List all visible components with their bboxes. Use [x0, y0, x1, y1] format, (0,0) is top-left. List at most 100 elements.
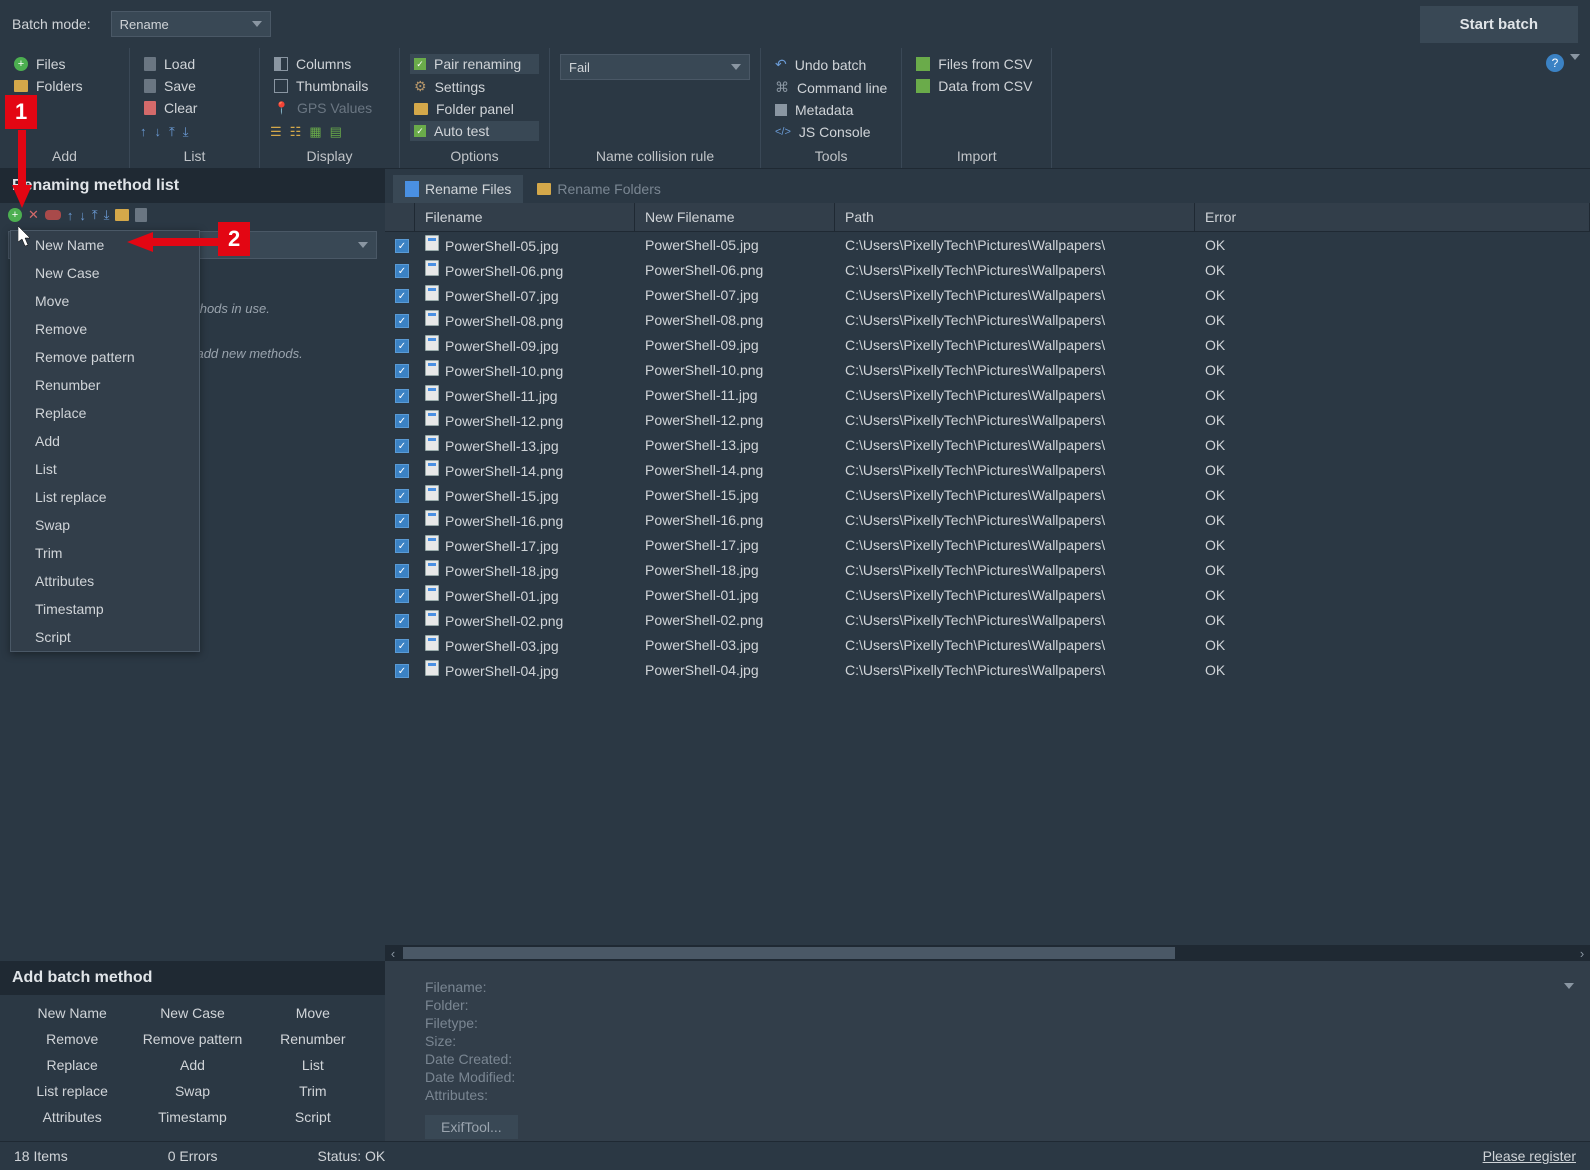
list-clear-button[interactable]: Clear	[140, 98, 249, 118]
add-batch-item[interactable]: List replace	[12, 1079, 132, 1103]
tools-meta-button[interactable]: Metadata	[771, 100, 891, 120]
add-batch-item[interactable]: New Case	[132, 1001, 252, 1025]
row-checkbox[interactable]: ✓	[395, 664, 409, 678]
table-row[interactable]: ✓ PowerShell-17.jpg PowerShell-17.jpg C:…	[385, 532, 1590, 557]
options-pair-button[interactable]: ✓Pair renaming	[410, 54, 539, 74]
method-folder-button[interactable]	[115, 209, 129, 221]
table-row[interactable]: ✓ PowerShell-13.jpg PowerShell-13.jpg C:…	[385, 432, 1590, 457]
help-dropdown-icon[interactable]	[1570, 54, 1580, 60]
context-menu-item[interactable]: Move	[11, 287, 199, 315]
add-batch-item[interactable]: Timestamp	[132, 1105, 252, 1129]
start-batch-button[interactable]: Start batch	[1420, 6, 1578, 43]
context-menu-item[interactable]: New Case	[11, 259, 199, 287]
add-files-button[interactable]: +Files	[10, 54, 119, 74]
row-checkbox[interactable]: ✓	[395, 639, 409, 653]
add-method-button[interactable]: +	[8, 208, 22, 222]
add-batch-item[interactable]: Swap	[132, 1079, 252, 1103]
clear-methods-button[interactable]	[45, 210, 61, 220]
th-filename[interactable]: Filename	[415, 203, 635, 231]
table-row[interactable]: ✓ PowerShell-14.png PowerShell-14.png C:…	[385, 457, 1590, 482]
row-checkbox[interactable]: ✓	[395, 339, 409, 353]
add-folders-button[interactable]: Folders	[10, 76, 119, 96]
display-gps-button[interactable]: 📍GPS Values	[270, 98, 389, 118]
add-batch-item[interactable]: Add	[132, 1053, 252, 1077]
table-row[interactable]: ✓ PowerShell-01.jpg PowerShell-01.jpg C:…	[385, 582, 1590, 607]
row-checkbox[interactable]: ✓	[395, 514, 409, 528]
tools-js-button[interactable]: </>JS Console	[771, 122, 891, 142]
exiftool-button[interactable]: ExifTool...	[425, 1115, 518, 1139]
display-thumbnails-button[interactable]: Thumbnails	[270, 76, 389, 96]
table-row[interactable]: ✓ PowerShell-06.png PowerShell-06.png C:…	[385, 257, 1590, 282]
th-newfile[interactable]: New Filename	[635, 203, 835, 231]
list-load-button[interactable]: Load	[140, 54, 249, 74]
context-menu-item[interactable]: Replace	[11, 399, 199, 427]
add-batch-item[interactable]: Remove pattern	[132, 1027, 252, 1051]
help-icon[interactable]: ?	[1546, 54, 1564, 72]
view-tiles-icon[interactable]: ▤	[330, 124, 342, 140]
row-checkbox[interactable]: ✓	[395, 389, 409, 403]
table-row[interactable]: ✓ PowerShell-03.jpg PowerShell-03.jpg C:…	[385, 632, 1590, 657]
context-menu-item[interactable]: Script	[11, 623, 199, 651]
row-checkbox[interactable]: ✓	[395, 414, 409, 428]
row-checkbox[interactable]: ✓	[395, 539, 409, 553]
list-save-button[interactable]: Save	[140, 76, 249, 96]
scroll-right-icon[interactable]: ›	[1574, 945, 1590, 961]
table-row[interactable]: ✓ PowerShell-11.jpg PowerShell-11.jpg C:…	[385, 382, 1590, 407]
horizontal-scrollbar[interactable]: ‹ ›	[385, 945, 1590, 961]
th-path[interactable]: Path	[835, 203, 1195, 231]
context-menu-item[interactable]: List	[11, 455, 199, 483]
scroll-thumb[interactable]	[403, 947, 1175, 959]
add-batch-item[interactable]: List	[253, 1053, 373, 1077]
context-menu-item[interactable]: Remove pattern	[11, 343, 199, 371]
context-menu-item[interactable]: Add	[11, 427, 199, 455]
context-menu-item[interactable]: Timestamp	[11, 595, 199, 623]
import-files-csv-button[interactable]: Files from CSV	[912, 54, 1041, 74]
arrow-top-icon[interactable]: ⤒	[169, 124, 175, 140]
tools-cmd-button[interactable]: ⌘Command line	[771, 77, 891, 98]
options-autotest-button[interactable]: ✓Auto test	[410, 121, 539, 141]
add-batch-item[interactable]: Remove	[12, 1027, 132, 1051]
row-checkbox[interactable]: ✓	[395, 264, 409, 278]
row-checkbox[interactable]: ✓	[395, 239, 409, 253]
import-data-csv-button[interactable]: Data from CSV	[912, 76, 1041, 96]
row-checkbox[interactable]: ✓	[395, 364, 409, 378]
view-grid-icon[interactable]: ▦	[309, 124, 321, 140]
arrow-bottom-icon[interactable]: ⤓	[183, 124, 189, 140]
context-menu-item[interactable]: Swap	[11, 511, 199, 539]
add-batch-item[interactable]: Move	[253, 1001, 373, 1025]
context-menu-item[interactable]: Attributes	[11, 567, 199, 595]
row-checkbox[interactable]: ✓	[395, 489, 409, 503]
add-batch-item[interactable]: Script	[253, 1105, 373, 1129]
tab-rename-files[interactable]: Rename Files	[393, 175, 523, 203]
row-checkbox[interactable]: ✓	[395, 614, 409, 628]
add-batch-item[interactable]: Attributes	[12, 1105, 132, 1129]
table-row[interactable]: ✓ PowerShell-12.png PowerShell-12.png C:…	[385, 407, 1590, 432]
add-batch-item[interactable]: Replace	[12, 1053, 132, 1077]
table-row[interactable]: ✓ PowerShell-18.jpg PowerShell-18.jpg C:…	[385, 557, 1590, 582]
context-menu-item[interactable]: Trim	[11, 539, 199, 567]
row-checkbox[interactable]: ✓	[395, 589, 409, 603]
context-menu-item[interactable]: Renumber	[11, 371, 199, 399]
table-row[interactable]: ✓ PowerShell-04.jpg PowerShell-04.jpg C:…	[385, 657, 1590, 682]
row-checkbox[interactable]: ✓	[395, 464, 409, 478]
options-folderpanel-button[interactable]: Folder panel	[410, 99, 539, 119]
collision-rule-select[interactable]: Fail	[560, 54, 750, 80]
th-error[interactable]: Error	[1195, 203, 1590, 231]
options-settings-button[interactable]: ⚙Settings	[410, 76, 539, 97]
view-details-icon[interactable]: ☷	[290, 124, 302, 140]
batch-mode-select[interactable]: Rename	[111, 11, 271, 37]
row-checkbox[interactable]: ✓	[395, 439, 409, 453]
table-row[interactable]: ✓ PowerShell-05.jpg PowerShell-05.jpg C:…	[385, 232, 1590, 257]
arrow-down-icon[interactable]: ↓	[155, 124, 162, 140]
table-row[interactable]: ✓ PowerShell-08.png PowerShell-08.png C:…	[385, 307, 1590, 332]
add-batch-item[interactable]: Renumber	[253, 1027, 373, 1051]
method-bottom-button[interactable]: ⤓	[104, 207, 110, 223]
method-top-button[interactable]: ⤒	[92, 207, 98, 223]
view-list-icon[interactable]: ☰	[270, 124, 282, 140]
method-save-button[interactable]	[135, 208, 147, 222]
tab-rename-folders[interactable]: Rename Folders	[525, 175, 673, 203]
row-checkbox[interactable]: ✓	[395, 564, 409, 578]
add-batch-item[interactable]: Trim	[253, 1079, 373, 1103]
method-up-button[interactable]: ↑	[67, 208, 74, 223]
detail-collapse-icon[interactable]	[1564, 977, 1574, 992]
